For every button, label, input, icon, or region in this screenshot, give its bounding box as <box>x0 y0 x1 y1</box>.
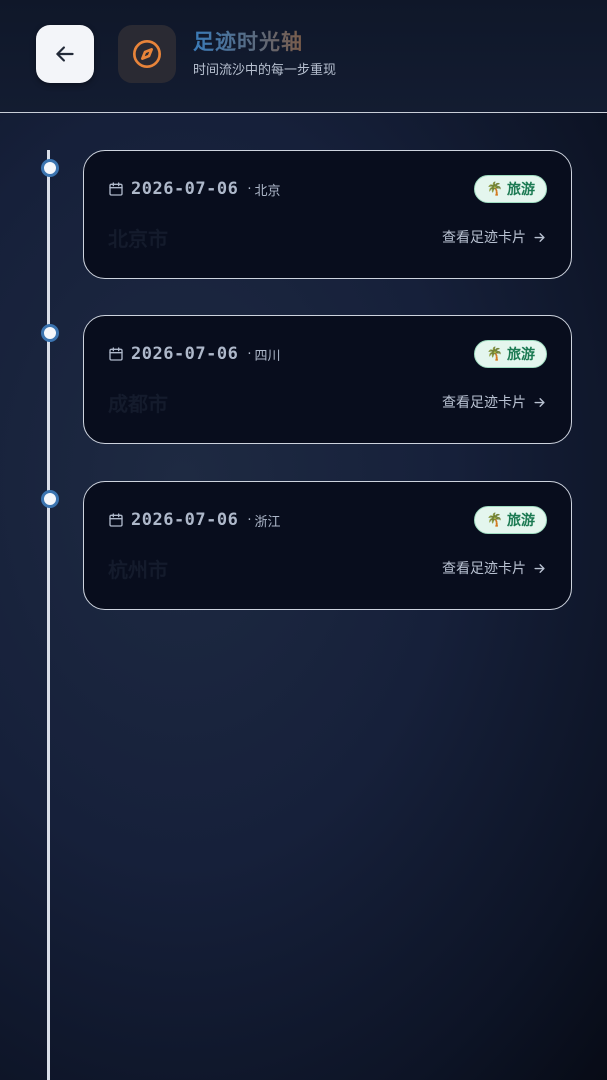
palm-tree-icon: 🌴 <box>486 512 503 528</box>
view-card-link[interactable]: 查看足迹卡片 <box>442 227 547 247</box>
entry-date: 2026-07-06 <box>131 510 239 530</box>
arrow-right-icon <box>532 395 547 410</box>
entry-city: 杭州市 <box>108 558 168 582</box>
category-badge: 🌴 旅游 <box>473 506 547 534</box>
footprint-card[interactable]: 2026-07-06 · 四川 🌴 旅游 成都市 查看足迹卡片 <box>83 315 572 444</box>
page-subtitle: 时间流沙中的每一步重现 <box>193 63 337 78</box>
entry-province: 北京 <box>254 183 281 199</box>
calendar-icon <box>108 512 124 528</box>
entry-province: 四川 <box>254 348 281 364</box>
category-badge: 🌴 旅游 <box>473 175 547 203</box>
compass-icon <box>131 38 163 70</box>
timeline-line <box>47 150 50 1080</box>
separator: · <box>247 181 252 197</box>
category-label: 旅游 <box>507 513 535 529</box>
category-badge: 🌴 旅游 <box>473 340 547 368</box>
category-label: 旅游 <box>507 347 535 363</box>
entry-city: 北京市 <box>108 227 168 251</box>
footprint-card[interactable]: 2026-07-06 · 北京 🌴 旅游 北京市 查看足迹卡片 <box>83 150 572 279</box>
app-header: 足迹时光轴 时间流沙中的每一步重现 <box>0 0 607 113</box>
palm-tree-icon: 🌴 <box>486 346 503 362</box>
view-card-label: 查看足迹卡片 <box>442 395 526 411</box>
timeline-dot <box>41 324 59 342</box>
calendar-icon <box>108 346 124 362</box>
view-card-link[interactable]: 查看足迹卡片 <box>442 558 547 578</box>
timeline-dot <box>41 159 59 177</box>
timeline-dot <box>41 490 59 508</box>
back-button[interactable] <box>36 25 94 83</box>
footprint-card[interactable]: 2026-07-06 · 浙江 🌴 旅游 杭州市 查看足迹卡片 <box>83 481 572 610</box>
separator: · <box>247 512 252 528</box>
entry-date: 2026-07-06 <box>131 179 239 199</box>
view-card-label: 查看足迹卡片 <box>442 230 526 246</box>
app-logo <box>118 25 176 83</box>
arrow-left-icon <box>52 41 78 67</box>
separator: · <box>247 346 252 362</box>
entry-date: 2026-07-06 <box>131 344 239 364</box>
entry-city: 成都市 <box>108 392 168 416</box>
arrow-right-icon <box>532 561 547 576</box>
calendar-icon <box>108 181 124 197</box>
page-title: 足迹时光轴 <box>193 30 303 54</box>
category-label: 旅游 <box>507 182 535 198</box>
entry-province: 浙江 <box>254 514 281 530</box>
view-card-label: 查看足迹卡片 <box>442 561 526 577</box>
palm-tree-icon: 🌴 <box>486 181 503 197</box>
arrow-right-icon <box>532 230 547 245</box>
view-card-link[interactable]: 查看足迹卡片 <box>442 392 547 412</box>
